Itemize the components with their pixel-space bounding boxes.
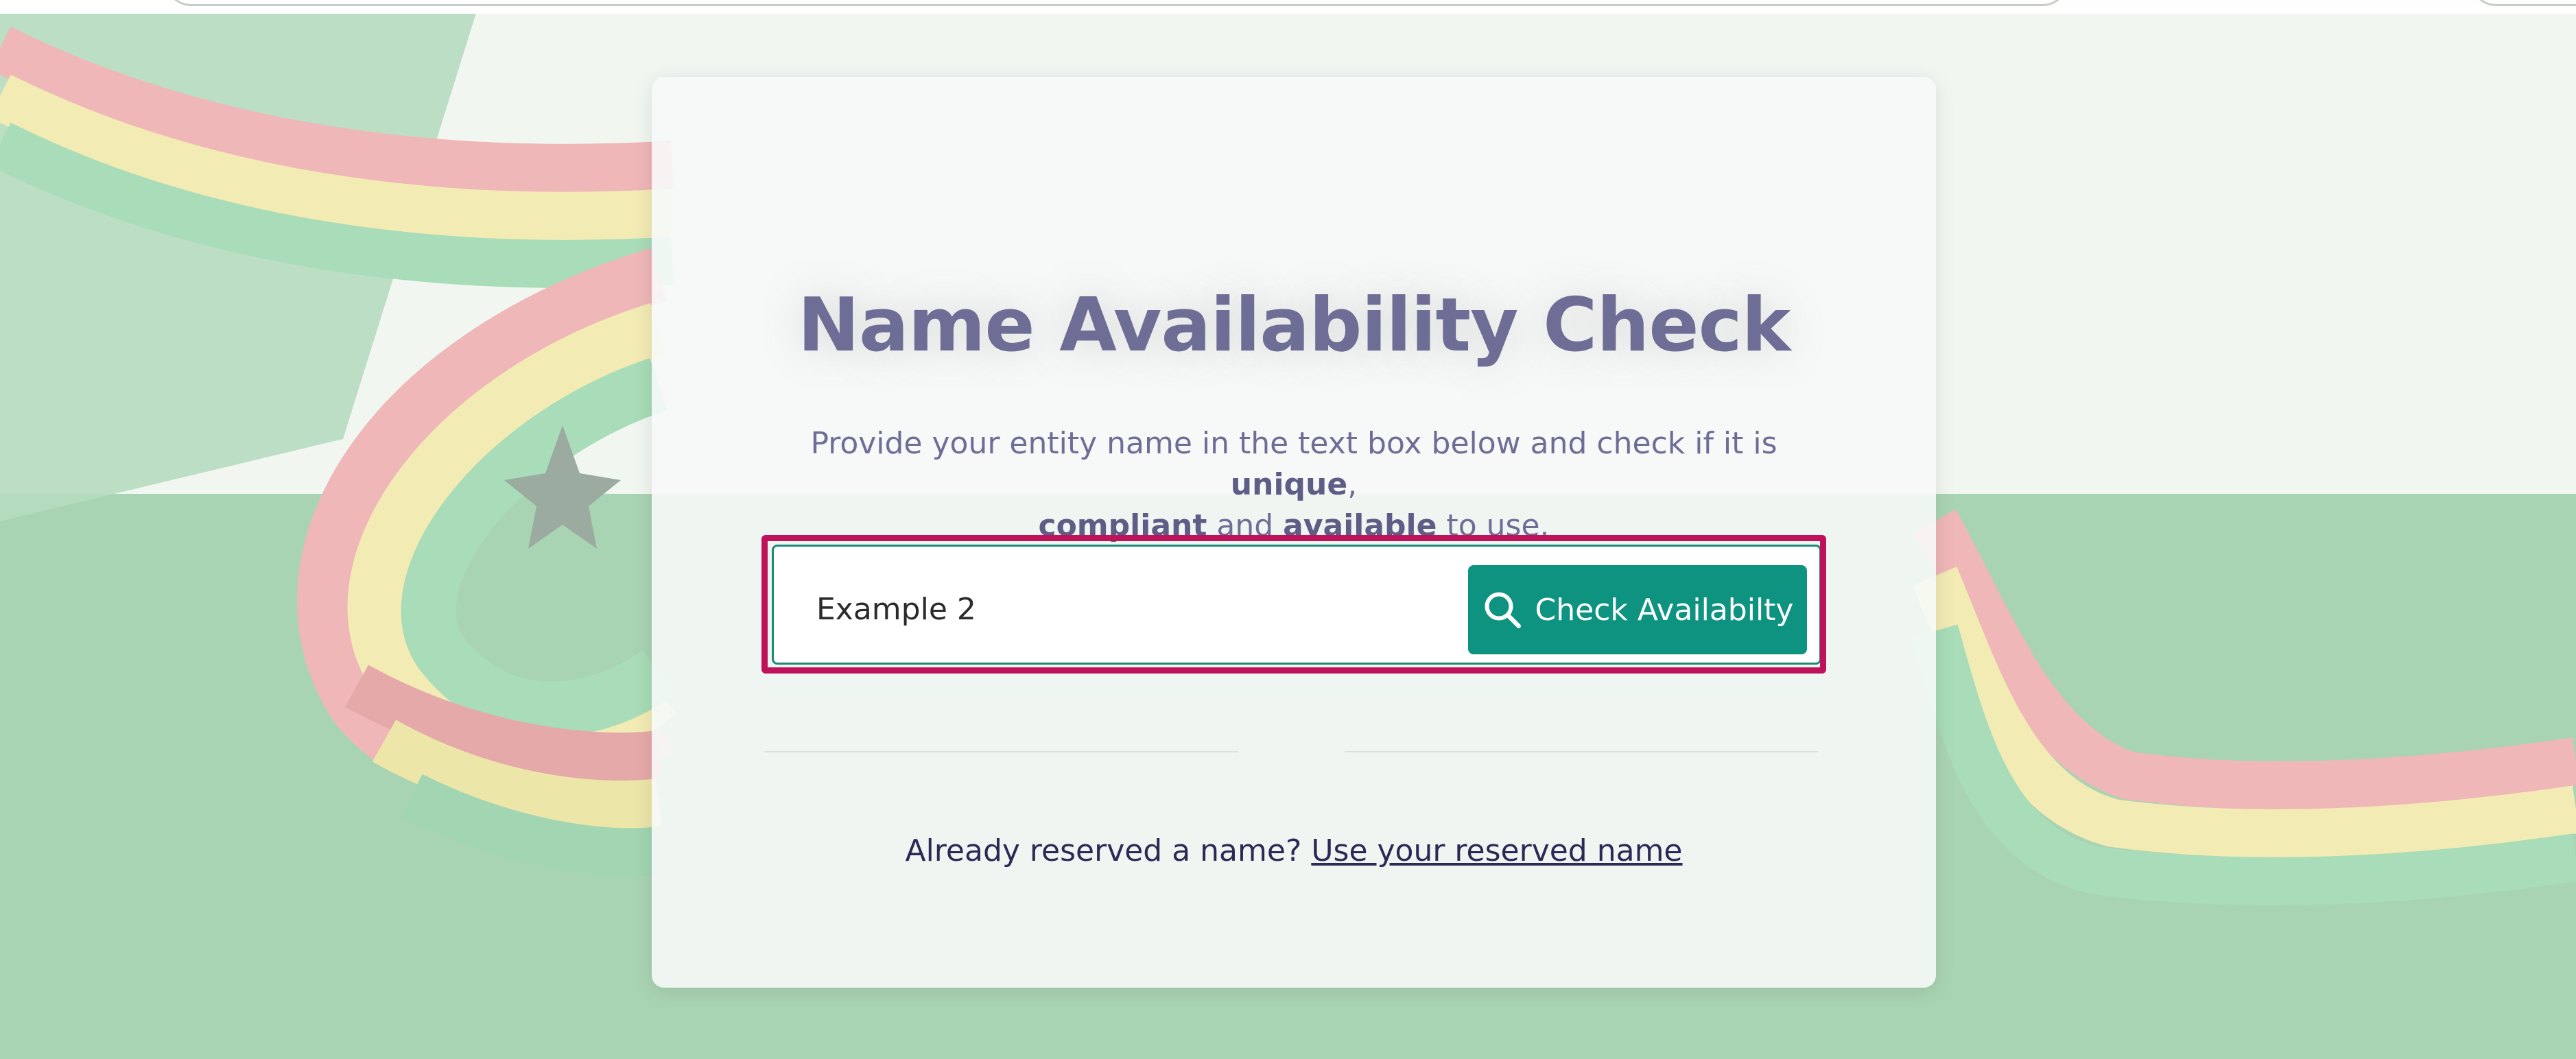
address-bar-edge	[165, 0, 2069, 6]
subtitle-bold-unique: unique	[1230, 467, 1348, 502]
use-reserved-name-link[interactable]: Use your reserved name	[1311, 833, 1682, 868]
divider-right	[1345, 751, 1818, 752]
annotation-highlight	[761, 535, 1826, 674]
page-title: Name Availability Check	[797, 283, 1791, 368]
subtitle-text-1: Provide your entity name in the text box…	[810, 426, 1777, 461]
reserved-prompt: Already reserved a name?	[905, 833, 1302, 868]
reserved-name-row: Already reserved a name? Use your reserv…	[652, 833, 1936, 868]
page-subtitle: Provide your entity name in the text box…	[789, 423, 1799, 547]
divider-left	[765, 751, 1238, 752]
name-check-card: Name Availability Check Provide your ent…	[652, 77, 1936, 988]
subtitle-text-2: ,	[1347, 467, 1358, 502]
